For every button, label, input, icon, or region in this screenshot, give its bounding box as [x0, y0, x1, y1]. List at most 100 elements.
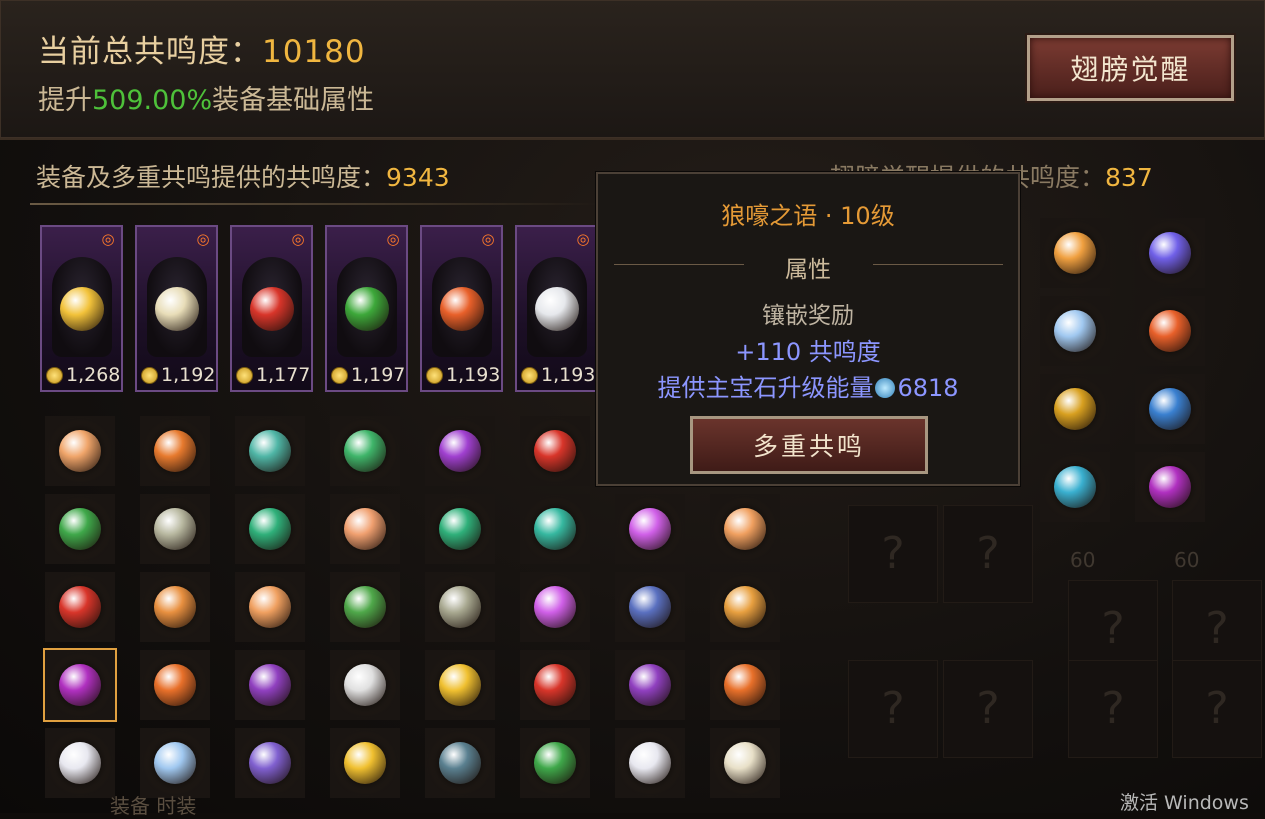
- gem-slot[interactable]: [425, 416, 495, 486]
- total-resonance: 当前总共鸣度：10180: [38, 26, 366, 71]
- gem-slot[interactable]: [140, 572, 210, 642]
- gem-slot[interactable]: [710, 494, 780, 564]
- locked-slot: ?: [1172, 660, 1262, 758]
- price-value: 1,192: [161, 364, 216, 386]
- wing-gem-slot[interactable]: [1040, 218, 1110, 288]
- wing-gem-slot[interactable]: [1135, 374, 1205, 444]
- gem-slot[interactable]: [45, 494, 115, 564]
- gem-icon: [154, 664, 196, 706]
- gem-slot[interactable]: [710, 728, 780, 798]
- total-resonance-label: 当前总共鸣度：: [38, 34, 262, 70]
- gem-icon: [344, 664, 386, 706]
- coin-icon: [236, 366, 253, 384]
- card-price: 1,197: [331, 364, 405, 386]
- gem-slot[interactable]: [140, 494, 210, 564]
- gem-slot[interactable]: [45, 572, 115, 642]
- gem-icon: [1149, 310, 1191, 352]
- gem-icon: [1149, 388, 1191, 430]
- gem-slot[interactable]: [615, 572, 685, 642]
- total-resonance-value: 10180: [262, 34, 366, 70]
- gem-slot[interactable]: [330, 572, 400, 642]
- wing-gem-slot[interactable]: [1135, 218, 1205, 288]
- equipment-card[interactable]: ◎ 1,192: [135, 225, 218, 392]
- equipment-card[interactable]: ◎ 1,197: [325, 225, 408, 392]
- boost-prefix: 提升: [38, 85, 92, 116]
- gem-slot[interactable]: [520, 494, 590, 564]
- gem-icon: [440, 287, 484, 331]
- gem-slot[interactable]: [615, 650, 685, 720]
- locked-slot: ?: [943, 660, 1033, 758]
- gem-icon: [534, 664, 576, 706]
- gem-slot[interactable]: [330, 650, 400, 720]
- gem-slot[interactable]: [330, 728, 400, 798]
- gem-icon: [439, 586, 481, 628]
- slot-level-label: 60: [1070, 548, 1096, 572]
- gem-slot[interactable]: [235, 416, 305, 486]
- gem-slot[interactable]: [710, 650, 780, 720]
- gem-slot[interactable]: [520, 650, 590, 720]
- gem-slot[interactable]: [330, 416, 400, 486]
- gem-slot[interactable]: [235, 650, 305, 720]
- equipment-card[interactable]: ◎ 1,177: [230, 225, 313, 392]
- gem-slot[interactable]: [140, 416, 210, 486]
- equipment-card[interactable]: ◎ 1,193: [420, 225, 503, 392]
- multi-resonance-button[interactable]: 多重共鸣: [690, 416, 928, 474]
- wing-awaken-button[interactable]: 翅膀觉醒: [1027, 35, 1234, 101]
- coin-icon: [141, 366, 158, 384]
- tooltip-section: 属性: [785, 257, 831, 283]
- gem-icon: [59, 586, 101, 628]
- tooltip-bonus-value: +110 共鸣度: [735, 338, 881, 366]
- gem-icon: [1054, 466, 1096, 508]
- gem-icon: [249, 508, 291, 550]
- gem-icon: [629, 742, 671, 784]
- wing-gem-slot[interactable]: [1040, 296, 1110, 366]
- header-panel: 当前总共鸣度：10180 提升509.00%装备基础属性 翅膀觉醒: [0, 0, 1265, 140]
- wing-gem-slot[interactable]: [1135, 296, 1205, 366]
- gem-slot[interactable]: [520, 572, 590, 642]
- energy-label: 提供主宝石升级能量: [657, 374, 874, 402]
- gem-slot[interactable]: [235, 494, 305, 564]
- gem-slot[interactable]: [520, 728, 590, 798]
- gem-slot[interactable]: [425, 650, 495, 720]
- gem-slot[interactable]: [330, 494, 400, 564]
- gem-slot[interactable]: [45, 728, 115, 798]
- tooltip-divider-right: [873, 264, 1003, 265]
- gem-slot[interactable]: [140, 650, 210, 720]
- gem-icon: [1149, 466, 1191, 508]
- equipment-resonance-label: 装备及多重共鸣提供的共鸣度：: [36, 163, 387, 192]
- wing-gem-slot[interactable]: [1040, 452, 1110, 522]
- gem-slot[interactable]: [425, 494, 495, 564]
- gem-slot[interactable]: [425, 572, 495, 642]
- gem-slot[interactable]: [45, 416, 115, 486]
- gem-slot[interactable]: [615, 494, 685, 564]
- coin-icon: [331, 366, 348, 384]
- rune-icon: ◎: [481, 230, 495, 248]
- card-price: 1,177: [236, 364, 310, 386]
- gem-slot[interactable]: [425, 728, 495, 798]
- gem-slot[interactable]: [710, 572, 780, 642]
- gem-icon: [1054, 232, 1096, 274]
- gem-icon: [724, 508, 766, 550]
- gem-slot[interactable]: [43, 648, 117, 722]
- gem-slot[interactable]: [235, 728, 305, 798]
- gem-slot[interactable]: [235, 572, 305, 642]
- gem-icon: [249, 664, 291, 706]
- energy-value: 6818: [897, 374, 959, 402]
- gem-icon: [534, 742, 576, 784]
- wing-gem-slot[interactable]: [1135, 452, 1205, 522]
- price-value: 1,193: [446, 364, 501, 386]
- gem-slot[interactable]: [140, 728, 210, 798]
- wing-gem-slot[interactable]: [1040, 374, 1110, 444]
- bottom-tabs[interactable]: 装备 时装: [110, 790, 196, 819]
- rune-icon: ◎: [386, 230, 400, 248]
- card-price: 1,193: [521, 364, 595, 386]
- gem-icon: [59, 508, 101, 550]
- price-value: 1,193: [541, 364, 596, 386]
- equipment-card[interactable]: ◎ 1,193: [515, 225, 598, 392]
- gem-slot[interactable]: [520, 416, 590, 486]
- gem-icon: [439, 664, 481, 706]
- divider: [30, 203, 600, 205]
- gem-slot[interactable]: [615, 728, 685, 798]
- rune-icon: ◎: [576, 230, 590, 248]
- equipment-card[interactable]: ◎ 1,268: [40, 225, 123, 392]
